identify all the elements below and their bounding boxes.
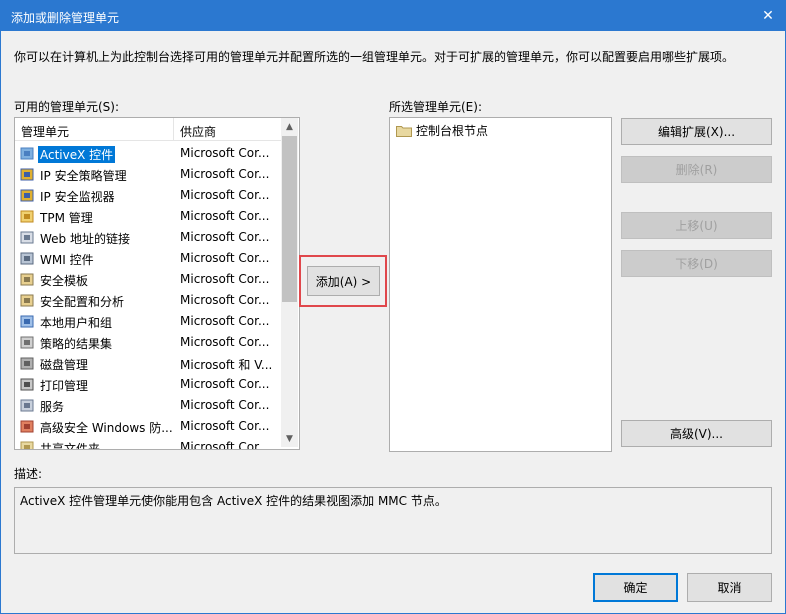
security-template-icon bbox=[20, 273, 34, 286]
advanced-button[interactable]: 高级(V)... bbox=[621, 420, 772, 447]
table-row[interactable]: Web 地址的链接 Microsoft Cor... bbox=[15, 227, 281, 248]
column-separator[interactable] bbox=[173, 118, 174, 140]
title-bar[interactable]: 添加或删除管理单元 ✕ bbox=[1, 1, 785, 31]
description-box: ActiveX 控件管理单元使你能用包含 ActiveX 控件的结果视图添加 M… bbox=[14, 487, 772, 554]
available-snapins-list[interactable]: 管理单元 供应商 ActiveX 控件 Microsoft Cor... IP 安全… bbox=[14, 117, 300, 450]
security-config-icon bbox=[20, 294, 34, 307]
services-gear-icon bbox=[20, 399, 34, 412]
snapin-name: WMI 控件 bbox=[40, 253, 94, 267]
ip-security-monitor-icon bbox=[20, 189, 34, 202]
snapin-name: 服务 bbox=[40, 400, 65, 414]
folder-icon bbox=[396, 126, 412, 137]
ok-button[interactable]: 确定 bbox=[593, 573, 678, 602]
selected-label: 所选管理单元(E): bbox=[389, 100, 482, 114]
cancel-button[interactable]: 取消 bbox=[687, 573, 772, 602]
column-header-vendor[interactable]: 供应商 bbox=[180, 123, 216, 140]
table-row[interactable]: WMI 控件 Microsoft Cor... bbox=[15, 248, 281, 269]
scroll-up-icon[interactable]: ▲ bbox=[281, 118, 298, 135]
table-row[interactable]: ActiveX 控件 Microsoft Cor... bbox=[15, 143, 281, 164]
shared-folder-icon bbox=[20, 441, 34, 449]
ip-security-policy-icon bbox=[20, 168, 34, 181]
intro-text: 你可以在计算机上为此控制台选择可用的管理单元并配置所选的一组管理单元。对于可扩展… bbox=[14, 50, 735, 64]
description-label: 描述: bbox=[14, 467, 43, 481]
edit-extensions-button[interactable]: 编辑扩展(X)... bbox=[621, 118, 772, 145]
snapin-vendor: Microsoft Cor... bbox=[180, 440, 270, 450]
list-item[interactable]: 控制台根节点 bbox=[396, 122, 488, 139]
print-management-icon bbox=[20, 378, 34, 391]
snapin-name: Web 地址的链接 bbox=[40, 232, 130, 246]
table-row[interactable]: 本地用户和组 Microsoft Cor... bbox=[15, 311, 281, 332]
snapin-vendor: Microsoft Cor... bbox=[180, 146, 270, 160]
table-row[interactable]: 磁盘管理 Microsoft 和 V... bbox=[15, 353, 281, 374]
snapin-vendor: Microsoft Cor... bbox=[180, 314, 270, 328]
close-icon: ✕ bbox=[762, 8, 774, 24]
description-text: ActiveX 控件管理单元使你能用包含 ActiveX 控件的结果视图添加 M… bbox=[20, 494, 447, 508]
firewall-icon bbox=[20, 420, 34, 433]
close-button[interactable]: ✕ bbox=[751, 1, 785, 31]
snapin-name: 高级安全 Windows 防... bbox=[40, 421, 173, 435]
list-header: 管理单元 供应商 bbox=[15, 118, 281, 141]
disk-management-icon bbox=[20, 357, 34, 370]
table-row[interactable]: 共享文件夹 Microsoft Cor... bbox=[15, 437, 281, 450]
selected-item-label: 控制台根节点 bbox=[416, 124, 489, 138]
snapin-name: 安全配置和分析 bbox=[40, 295, 125, 309]
snapin-vendor: Microsoft Cor... bbox=[180, 272, 270, 286]
move-down-button[interactable]: 下移(D) bbox=[621, 250, 772, 277]
column-header-name[interactable]: 管理单元 bbox=[21, 123, 69, 140]
table-row[interactable]: TPM 管理 Microsoft Cor... bbox=[15, 206, 281, 227]
snapin-dialog: 添加或删除管理单元 ✕ 你可以在计算机上为此控制台选择可用的管理单元并配置所选的… bbox=[0, 0, 786, 614]
web-link-icon bbox=[20, 231, 34, 244]
snapin-vendor: Microsoft Cor... bbox=[180, 167, 270, 181]
table-row[interactable]: 高级安全 Windows 防... Microsoft Cor... bbox=[15, 416, 281, 437]
snapin-name: 本地用户和组 bbox=[40, 316, 113, 330]
rsop-icon bbox=[20, 336, 34, 349]
add-button[interactable]: 添加(A) > bbox=[307, 266, 380, 296]
snapin-vendor: Microsoft Cor... bbox=[180, 293, 270, 307]
selected-snapins-list[interactable]: 控制台根节点 bbox=[389, 117, 612, 452]
dialog-title: 添加或删除管理单元 bbox=[11, 11, 120, 25]
snapin-vendor: Microsoft Cor... bbox=[180, 335, 270, 349]
scroll-thumb[interactable] bbox=[282, 136, 297, 302]
table-row[interactable]: 打印管理 Microsoft Cor... bbox=[15, 374, 281, 395]
tpm-icon bbox=[20, 210, 34, 223]
snapin-name: 安全模板 bbox=[40, 274, 89, 288]
snapin-vendor: Microsoft Cor... bbox=[180, 230, 270, 244]
snapin-name: 磁盘管理 bbox=[40, 358, 89, 372]
snapin-vendor: Microsoft Cor... bbox=[180, 419, 270, 433]
snapin-vendor: Microsoft Cor... bbox=[180, 377, 270, 391]
scroll-down-icon[interactable]: ▼ bbox=[281, 430, 298, 447]
table-row[interactable]: 服务 Microsoft Cor... bbox=[15, 395, 281, 416]
snapin-name: 打印管理 bbox=[40, 379, 89, 393]
snapin-name: 共享文件夹 bbox=[40, 442, 101, 450]
table-row[interactable]: 策略的结果集 Microsoft Cor... bbox=[15, 332, 281, 353]
snapin-vendor: Microsoft Cor... bbox=[180, 188, 270, 202]
available-label: 可用的管理单元(S): bbox=[14, 100, 120, 114]
snapin-name: IP 安全监视器 bbox=[40, 190, 115, 204]
activex-icon bbox=[20, 147, 34, 160]
snapin-vendor: Microsoft Cor... bbox=[180, 209, 270, 223]
table-row[interactable]: 安全配置和分析 Microsoft Cor... bbox=[15, 290, 281, 311]
table-row[interactable]: IP 安全策略管理 Microsoft Cor... bbox=[15, 164, 281, 185]
snapin-name: IP 安全策略管理 bbox=[40, 169, 127, 183]
snapin-name: ActiveX 控件 bbox=[38, 146, 116, 163]
table-row[interactable]: 安全模板 Microsoft Cor... bbox=[15, 269, 281, 290]
snapin-vendor: Microsoft 和 V... bbox=[180, 358, 273, 372]
snapin-vendor: Microsoft Cor... bbox=[180, 398, 270, 412]
vertical-scrollbar[interactable]: ▲ ▼ bbox=[281, 118, 298, 447]
table-row[interactable]: IP 安全监视器 Microsoft Cor... bbox=[15, 185, 281, 206]
remove-button[interactable]: 删除(R) bbox=[621, 156, 772, 183]
users-groups-icon bbox=[20, 315, 34, 328]
snapin-name: 策略的结果集 bbox=[40, 337, 113, 351]
snapin-name: TPM 管理 bbox=[40, 211, 93, 225]
move-up-button[interactable]: 上移(U) bbox=[621, 212, 772, 239]
snapin-vendor: Microsoft Cor... bbox=[180, 251, 270, 265]
available-rows: ActiveX 控件 Microsoft Cor... IP 安全策略管理 Micro… bbox=[15, 143, 281, 450]
wmi-icon bbox=[20, 252, 34, 265]
